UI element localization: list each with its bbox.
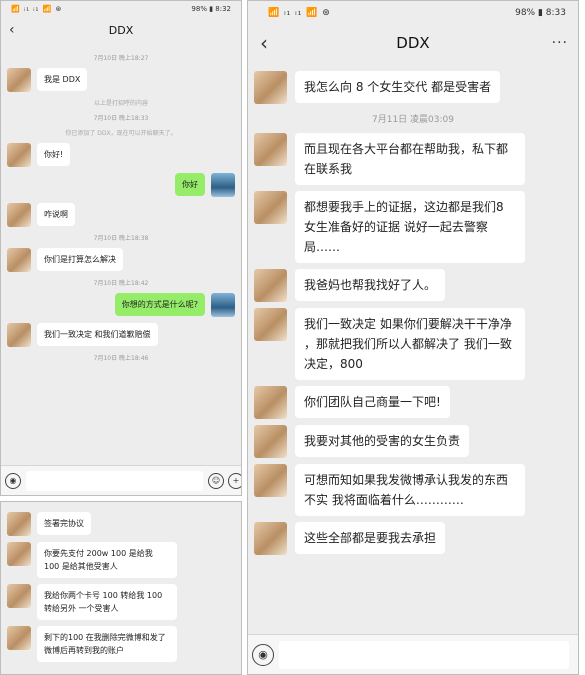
voice-icon[interactable]: ◉ bbox=[5, 472, 21, 489]
message-bubble: 我是 DDX bbox=[37, 68, 88, 91]
message-row-incoming: 我要对其他的受害的女生负责 bbox=[254, 425, 572, 458]
status-bar: 📶 ᵢ₁ ᵢ₁ 📶 ⊛ 98% ▮ 8:33 bbox=[248, 1, 578, 25]
message-input[interactable] bbox=[279, 640, 569, 669]
timestamp: 7月10日 晚上18:27 bbox=[93, 55, 149, 62]
message-bubble: 我给你两个卡号 100 转给我 100 转给另外 一个受害人 bbox=[37, 584, 177, 620]
input-bar: ◉ bbox=[248, 634, 578, 674]
message-row-incoming: 我是 DDX bbox=[7, 68, 235, 92]
avatar[interactable] bbox=[254, 522, 287, 555]
message-bubble: 剩下的100 在我删除完微博和发了微博后再转到我的账户 bbox=[37, 626, 177, 662]
battery-time: 98% ▮ 8:32 bbox=[191, 5, 231, 13]
message-row-incoming: 咋说啊 bbox=[7, 203, 235, 227]
timestamp: 7月10日 晚上18:46 bbox=[93, 355, 149, 362]
avatar[interactable] bbox=[254, 464, 287, 497]
system-notice: 你已添加了 DDX，现在可以开始聊天了。 bbox=[65, 130, 177, 137]
message-bubble: 我们一致决定 如果你们要解决干干净净 ，那就把我们所以人都解决了 我们一致决定，… bbox=[295, 308, 525, 380]
message-bubble: 而且现在各大平台都在帮助我，私下都在联系我 bbox=[295, 133, 525, 185]
message-bubble: 你好 bbox=[175, 173, 205, 196]
message-bubble: 你想的方式是什么呢? bbox=[114, 293, 205, 316]
nav-bar: ‹ DDX ··· bbox=[248, 25, 578, 61]
message-row-incoming: 你要先支付 200w 100 是给我 100 是给其他受害人 bbox=[7, 542, 235, 578]
avatar[interactable] bbox=[7, 584, 31, 608]
message-bubble: 我爸妈也帮我找好了人。 bbox=[295, 269, 446, 301]
timestamp: 7月10日 晚上18:33 bbox=[93, 115, 149, 122]
avatar[interactable] bbox=[7, 626, 31, 650]
message-row-incoming: 而且现在各大平台都在帮助我，私下都在联系我 bbox=[254, 133, 572, 185]
message-bubble: 可想而知如果我发微博承认我发的东西不实 我将面临着什么………… bbox=[295, 464, 525, 516]
message-list: 7月10日 晚上18:27 我是 DDX 以上是打招呼的内容 7月10日 晚上1… bbox=[1, 43, 241, 372]
timestamp: 7月10日 晚上18:38 bbox=[93, 235, 149, 242]
avatar[interactable] bbox=[7, 323, 31, 347]
message-bubble: 这些全部都是要我去承担 bbox=[295, 522, 446, 554]
message-input[interactable] bbox=[26, 470, 203, 491]
message-bubble: 你好! bbox=[37, 143, 71, 166]
avatar[interactable] bbox=[254, 133, 287, 166]
message-list: 我怎么向 8 个女生交代 都是受害者 7月11日 凌晨03:09 而且现在各大平… bbox=[248, 61, 578, 565]
chat-title: DDX bbox=[396, 34, 430, 52]
timestamp: 7月11日 凌晨03:09 bbox=[372, 115, 454, 125]
signal-icons: 📶 ᵢ₁ ᵢ₁ 📶 ⊛ bbox=[11, 5, 63, 13]
message-row-incoming: 都想要我手上的证据，这边都是我们8 女生准备好的证据 说好一起去警察局…… bbox=[254, 191, 572, 263]
more-icon[interactable]: ··· bbox=[552, 35, 568, 51]
message-bubble: 我怎么向 8 个女生交代 都是受害者 bbox=[295, 71, 501, 103]
message-row-incoming: 可想而知如果我发微博承认我发的东西不实 我将面临着什么………… bbox=[254, 464, 572, 516]
avatar[interactable] bbox=[211, 293, 235, 317]
chat-screenshot-1: 📶 ᵢ₁ ᵢ₁ 📶 ⊛ 98% ▮ 8:32 ‹ DDX 7月10日 晚上18:… bbox=[0, 0, 242, 496]
plus-icon[interactable]: + bbox=[228, 472, 241, 489]
avatar[interactable] bbox=[254, 71, 287, 104]
avatar[interactable] bbox=[254, 425, 287, 458]
message-row-incoming: 这些全部都是要我去承担 bbox=[254, 522, 572, 555]
message-row-incoming: 我怎么向 8 个女生交代 都是受害者 bbox=[254, 71, 572, 104]
avatar[interactable] bbox=[211, 173, 235, 197]
message-bubble: 你要先支付 200w 100 是给我 100 是给其他受害人 bbox=[37, 542, 177, 578]
message-bubble: 我们一致决定 和我们道歉赔偿 bbox=[37, 323, 158, 346]
back-icon[interactable]: ‹ bbox=[9, 22, 15, 38]
avatar[interactable] bbox=[254, 386, 287, 419]
signal-icons: 📶 ᵢ₁ ᵢ₁ 📶 ⊛ bbox=[268, 8, 331, 18]
battery-time: 98% ▮ 8:33 bbox=[515, 8, 566, 18]
message-row-incoming: 我们一致决定 和我们道歉赔偿 bbox=[7, 323, 235, 347]
message-row-incoming: 我爸妈也帮我找好了人。 bbox=[254, 269, 572, 302]
message-row-incoming: 我给你两个卡号 100 转给我 100 转给另外 一个受害人 bbox=[7, 584, 235, 620]
message-bubble: 你们团队自己商量一下吧! bbox=[295, 386, 450, 418]
avatar[interactable] bbox=[254, 308, 287, 341]
system-notice: 以上是打招呼的内容 bbox=[93, 100, 148, 107]
avatar[interactable] bbox=[7, 542, 31, 566]
message-row-outgoing: 你想的方式是什么呢? bbox=[7, 293, 235, 317]
avatar[interactable] bbox=[7, 203, 31, 227]
message-bubble: 都想要我手上的证据，这边都是我们8 女生准备好的证据 说好一起去警察局…… bbox=[295, 191, 525, 263]
avatar[interactable] bbox=[254, 269, 287, 302]
voice-icon[interactable]: ◉ bbox=[252, 643, 274, 666]
chat-title: DDX bbox=[108, 23, 134, 37]
avatar[interactable] bbox=[7, 68, 31, 92]
message-row-incoming: 你好! bbox=[7, 143, 235, 167]
message-bubble: 你们是打算怎么解决 bbox=[37, 248, 123, 271]
avatar[interactable] bbox=[7, 143, 31, 167]
avatar[interactable] bbox=[254, 191, 287, 224]
back-icon[interactable]: ‹ bbox=[260, 31, 268, 55]
message-list: 签署完协议 你要先支付 200w 100 是给我 100 是给其他受害人 我给你… bbox=[1, 502, 241, 672]
message-row-incoming: 我们一致决定 如果你们要解决干干净净 ，那就把我们所以人都解决了 我们一致决定，… bbox=[254, 308, 572, 380]
avatar[interactable] bbox=[7, 512, 31, 536]
message-row-outgoing: 你好 bbox=[7, 173, 235, 197]
message-bubble: 我要对其他的受害的女生负责 bbox=[295, 425, 470, 457]
status-bar: 📶 ᵢ₁ ᵢ₁ 📶 ⊛ 98% ▮ 8:32 bbox=[1, 1, 241, 17]
message-row-incoming: 剩下的100 在我删除完微博和发了微博后再转到我的账户 bbox=[7, 626, 235, 662]
nav-bar: ‹ DDX bbox=[1, 17, 241, 43]
message-row-incoming: 你们是打算怎么解决 bbox=[7, 248, 235, 272]
chat-screenshot-2: 签署完协议 你要先支付 200w 100 是给我 100 是给其他受害人 我给你… bbox=[0, 501, 242, 675]
message-bubble: 签署完协议 bbox=[37, 512, 91, 535]
chat-screenshot-3: 📶 ᵢ₁ ᵢ₁ 📶 ⊛ 98% ▮ 8:33 ‹ DDX ··· 我怎么向 8 … bbox=[247, 0, 579, 675]
message-bubble: 咋说啊 bbox=[37, 203, 75, 226]
message-row-incoming: 签署完协议 bbox=[7, 512, 235, 536]
message-row-incoming: 你们团队自己商量一下吧! bbox=[254, 386, 572, 419]
emoji-icon[interactable]: ☺ bbox=[208, 472, 224, 489]
timestamp: 7月10日 晚上18:42 bbox=[93, 280, 149, 287]
input-bar: ◉ ☺ + bbox=[1, 465, 241, 495]
avatar[interactable] bbox=[7, 248, 31, 272]
